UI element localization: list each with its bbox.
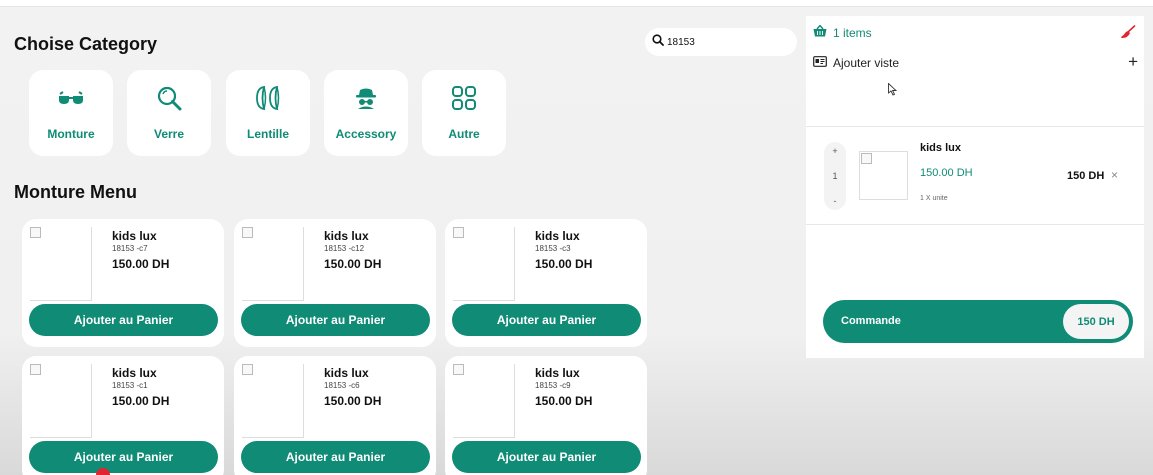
product-name: kids lux xyxy=(112,366,157,380)
product-card: kids lux 18153 -c7 150.00 DH Ajouter au … xyxy=(22,219,224,347)
product-image xyxy=(30,364,92,438)
quantity-value: 1 xyxy=(832,171,838,181)
add-to-cart-button[interactable]: Ajouter au Panier xyxy=(29,304,218,336)
add-visit-row[interactable]: Ajouter viste xyxy=(813,56,899,70)
cart-item-total: 150 DH xyxy=(1067,170,1105,182)
cart-item-image xyxy=(859,151,908,200)
product-card: kids lux 18153 -c1 150.00 DH Ajouter au … xyxy=(22,356,224,475)
category-monture[interactable]: Monture xyxy=(29,70,113,156)
product-card: kids lux 18153 -c9 150.00 DH Ajouter au … xyxy=(445,356,647,475)
add-to-cart-button[interactable]: Ajouter au Panier xyxy=(241,441,430,473)
product-name: kids lux xyxy=(535,366,580,380)
category-lentille[interactable]: Lentille xyxy=(226,70,310,156)
product-price: 150.00 DH xyxy=(535,257,593,271)
add-to-cart-button[interactable]: Ajouter au Panier xyxy=(452,304,641,336)
cart-items-count: 1 items xyxy=(833,25,872,40)
product-image xyxy=(242,364,304,438)
category-label: Monture xyxy=(47,127,95,141)
product-price: 150.00 DH xyxy=(535,394,593,408)
product-image xyxy=(30,227,92,301)
add-to-cart-button[interactable]: Ajouter au Panier xyxy=(29,441,218,473)
order-button[interactable]: Commande 150 DH xyxy=(823,300,1133,343)
product-card: kids lux 18153 -c6 150.00 DH Ajouter au … xyxy=(234,356,436,475)
product-code: 18153 -c6 xyxy=(324,381,360,390)
remove-item-icon[interactable]: × xyxy=(1111,168,1118,182)
product-code: 18153 -c3 xyxy=(535,244,571,253)
cart-item-unit: 1 X unite xyxy=(920,195,948,202)
cart-item-price: 150.00 DH xyxy=(920,167,973,179)
category-autre[interactable]: Autre xyxy=(422,70,506,156)
search-icon xyxy=(155,84,183,112)
category-label: Autre xyxy=(448,127,480,141)
order-label: Commande xyxy=(841,315,901,327)
top-bar xyxy=(0,0,1153,7)
category-title: Choise Category xyxy=(14,34,158,54)
mouse-cursor-icon xyxy=(888,82,898,101)
product-name: kids lux xyxy=(112,229,157,243)
product-price: 150.00 DH xyxy=(324,394,382,408)
increase-qty-button[interactable]: + xyxy=(832,146,837,156)
glasses-icon xyxy=(57,84,85,112)
category-accessory[interactable]: Accessory xyxy=(324,70,408,156)
divider xyxy=(806,224,1144,225)
product-price: 150.00 DH xyxy=(112,394,170,408)
menu-title: Monture Menu xyxy=(14,182,137,202)
spy-icon xyxy=(352,84,380,112)
add-visit-plus-icon[interactable]: + xyxy=(1128,52,1138,72)
product-code: 18153 -c1 xyxy=(112,381,148,390)
product-image xyxy=(453,364,515,438)
category-label: Lentille xyxy=(246,127,289,141)
product-name: kids lux xyxy=(324,229,369,243)
grid-icon xyxy=(450,84,478,112)
search-box[interactable] xyxy=(645,28,797,56)
quantity-stepper[interactable]: + 1 - xyxy=(824,142,846,210)
order-total: 150 DH xyxy=(1063,304,1129,339)
cart-header: 1 items xyxy=(813,24,872,40)
add-to-cart-button[interactable]: Ajouter au Panier xyxy=(241,304,430,336)
product-price: 150.00 DH xyxy=(324,257,382,271)
product-name: kids lux xyxy=(324,366,369,380)
category-label: Verre xyxy=(153,127,185,141)
add-to-cart-button[interactable]: Ajouter au Panier xyxy=(452,441,641,473)
add-visit-label: Ajouter viste xyxy=(833,56,900,70)
cart-item-name: kids lux xyxy=(920,142,961,154)
product-card: kids lux 18153 -c12 150.00 DH Ajouter au… xyxy=(234,219,436,347)
divider xyxy=(806,126,1144,127)
product-image xyxy=(453,227,515,301)
clear-cart-icon[interactable] xyxy=(1120,24,1136,44)
search-input[interactable] xyxy=(667,36,787,48)
product-code: 18153 -c7 xyxy=(112,244,148,253)
product-code: 18153 -c9 xyxy=(535,381,571,390)
product-name: kids lux xyxy=(535,229,580,243)
click-indicator xyxy=(96,468,110,475)
basket-icon xyxy=(813,24,827,40)
category-label: Accessory xyxy=(335,127,397,141)
product-image xyxy=(242,227,304,301)
category-verre[interactable]: Verre xyxy=(127,70,211,156)
cart-panel: 1 items Ajouter viste + + 1 - kids lux 1… xyxy=(806,16,1144,358)
product-price: 150.00 DH xyxy=(112,257,170,271)
search-icon xyxy=(652,33,664,51)
id-card-icon xyxy=(813,56,827,70)
product-code: 18153 -c12 xyxy=(324,244,365,253)
contact-lens-icon xyxy=(254,84,282,112)
decrease-qty-button[interactable]: - xyxy=(834,196,837,206)
product-card: kids lux 18153 -c3 150.00 DH Ajouter au … xyxy=(445,219,647,347)
